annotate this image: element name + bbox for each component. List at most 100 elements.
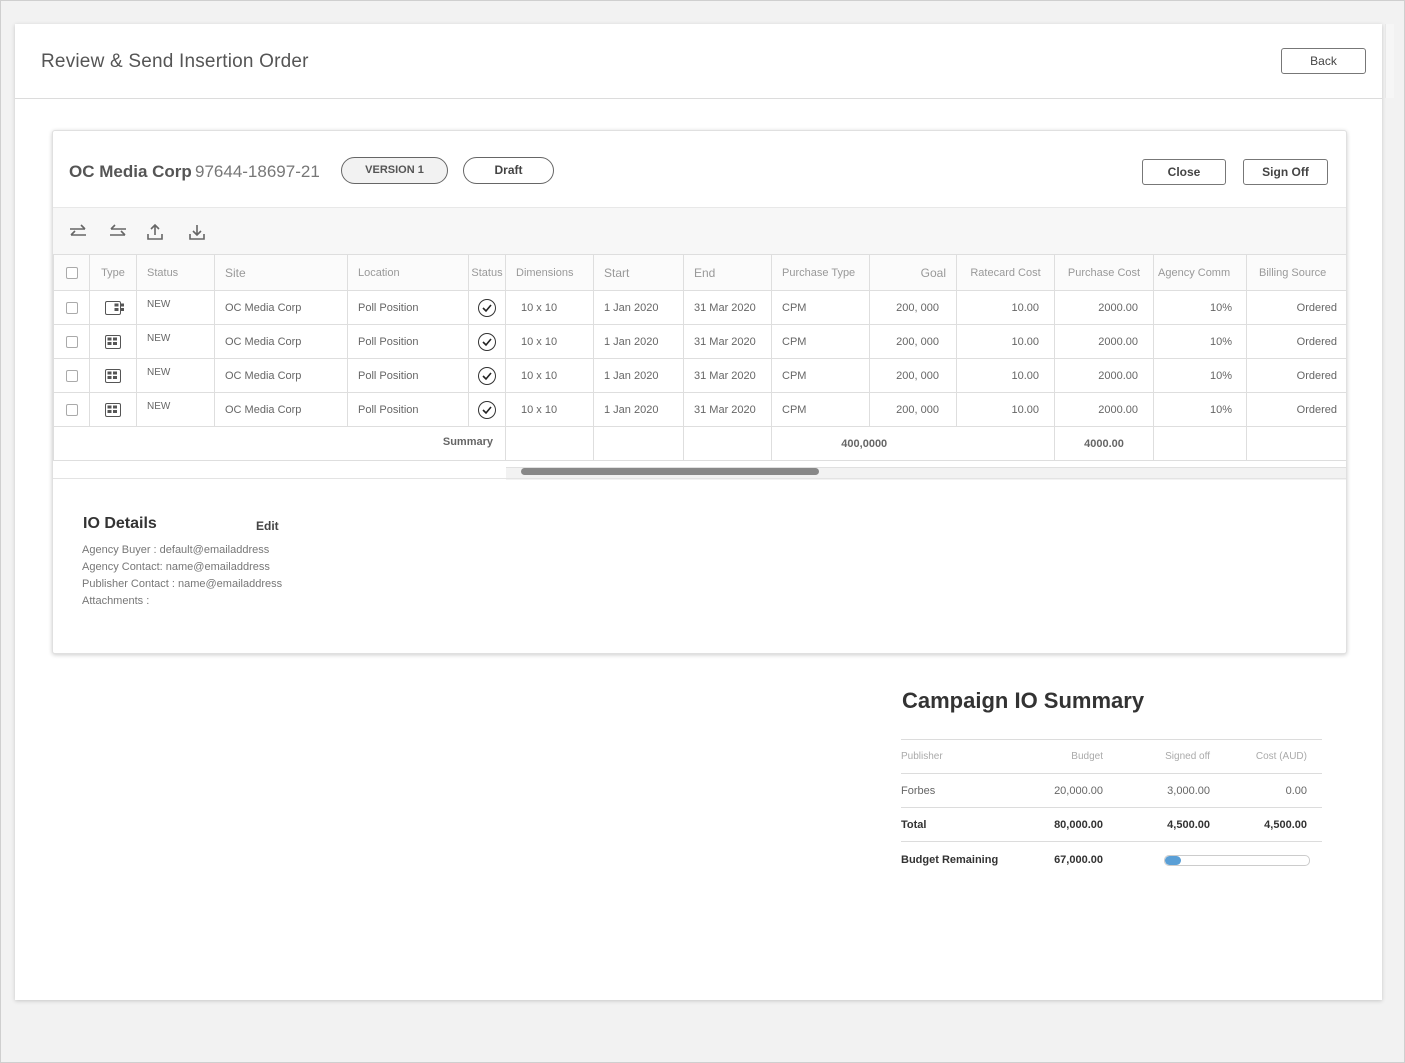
col-header-type[interactable]: Type	[89, 254, 137, 291]
status-badge[interactable]: Draft	[463, 157, 554, 184]
close-button[interactable]: Close	[1142, 159, 1226, 185]
io-details-title: IO Details	[83, 515, 157, 532]
row-billing: Ordered	[1246, 290, 1346, 325]
budget-remaining-label: Budget Remaining	[901, 841, 1021, 878]
row-agency-comm: 10%	[1153, 324, 1247, 359]
summary-row: Summary 400,0000 4000.00	[53, 426, 1346, 461]
summary-empty-cell	[1246, 426, 1346, 461]
row-ratecard: 10.00	[956, 290, 1055, 325]
display-ad-icon	[89, 392, 137, 427]
col-header-site[interactable]: Site	[214, 254, 348, 291]
io-details-edit-link[interactable]: Edit	[256, 519, 279, 533]
row-checkbox[interactable]	[53, 290, 90, 325]
row-checkbox[interactable]	[53, 358, 90, 393]
col-header-agency-comm[interactable]: Agency Comm	[1153, 254, 1247, 291]
summary-total-cost: 4,500.00	[1225, 807, 1322, 842]
col-header-goal[interactable]: Goal	[869, 254, 957, 291]
row-site: OC Media Corp	[214, 324, 348, 359]
row-ratecard: 10.00	[956, 324, 1055, 359]
header-scrollbar[interactable]	[1385, 24, 1394, 98]
horizontal-scroll-thumb[interactable]	[521, 468, 819, 475]
publisher-name: OC Media Corp	[69, 162, 192, 181]
row-checkbox[interactable]	[53, 392, 90, 427]
col-header-purchase-type[interactable]: Purchase Type	[771, 254, 870, 291]
summary-purchase-total: 4000.00	[1054, 426, 1154, 461]
row-dimensions: 10 x 10	[505, 392, 594, 427]
row-end: 31 Mar 2020	[683, 392, 772, 427]
row-end: 31 Mar 2020	[683, 324, 772, 359]
page-title: Review & Send Insertion Order	[41, 51, 309, 72]
version-badge[interactable]: VERSION 1	[341, 157, 448, 184]
row-purchase-cost: 2000.00	[1054, 324, 1154, 359]
sign-off-button[interactable]: Sign Off	[1243, 159, 1328, 185]
swap-left-icon[interactable]	[108, 222, 128, 242]
agency-contact-line: Agency Contact: name@emailaddress	[82, 561, 270, 573]
section-divider	[53, 478, 1346, 479]
table-header-row: Type Status Site Location Status Dimensi…	[53, 254, 1346, 291]
table-row[interactable]: NEW OC Media Corp Poll Position 10 x 10 …	[53, 324, 1346, 359]
summary-publisher-row: Forbes 20,000.00 3,000.00 0.00	[901, 773, 1322, 808]
row-billing: Ordered	[1246, 392, 1346, 427]
col-header-status[interactable]: Status	[136, 254, 215, 291]
summary-publisher-cost: 0.00	[1225, 773, 1322, 808]
col-header-start[interactable]: Start	[593, 254, 684, 291]
row-goal: 200, 000	[869, 358, 957, 393]
row-end: 31 Mar 2020	[683, 358, 772, 393]
row-purchase-cost: 2000.00	[1054, 358, 1154, 393]
col-header-dimensions[interactable]: Dimensions	[505, 254, 594, 291]
row-dimensions: 10 x 10	[505, 358, 594, 393]
back-button[interactable]: Back	[1281, 48, 1366, 74]
download-icon[interactable]	[187, 222, 207, 242]
summary-goal-total: 400,0000	[771, 426, 957, 461]
row-site: OC Media Corp	[214, 290, 348, 325]
row-purchase-type: CPM	[771, 358, 870, 393]
row-site: OC Media Corp	[214, 358, 348, 393]
row-site: OC Media Corp	[214, 392, 348, 427]
line-items-grid: Type Status Site Location Status Dimensi…	[53, 254, 1346, 461]
summary-empty-cell	[1153, 426, 1247, 461]
row-goal: 200, 000	[869, 392, 957, 427]
approved-check-icon	[468, 358, 506, 393]
summary-empty-cell	[593, 426, 684, 461]
campaign-summary-table: Publisher Budget Signed off Cost (AUD) F…	[901, 739, 1322, 878]
table-row[interactable]: NEW OC Media Corp Poll Position 10 x 10 …	[53, 392, 1346, 427]
col-header-location[interactable]: Location	[347, 254, 469, 291]
col-header-ratecard-cost[interactable]: Ratecard Cost	[956, 254, 1055, 291]
table-row[interactable]: NEW OC Media Corp Poll Position 10 x 10 …	[53, 358, 1346, 393]
row-ratecard: 10.00	[956, 392, 1055, 427]
approved-check-icon	[468, 324, 506, 359]
approved-check-icon	[468, 392, 506, 427]
row-checkbox[interactable]	[53, 324, 90, 359]
row-goal: 200, 000	[869, 290, 957, 325]
budget-progress-fill	[1165, 855, 1181, 865]
row-agency-comm: 10%	[1153, 290, 1247, 325]
summary-label: Summary	[53, 426, 506, 461]
col-header-billing-source[interactable]: Billing Source	[1246, 254, 1346, 291]
row-goal: 200, 000	[869, 324, 957, 359]
row-location: Poll Position	[347, 324, 469, 359]
row-start: 1 Jan 2020	[593, 358, 684, 393]
summary-publisher-name: Forbes	[901, 773, 1021, 808]
row-end: 31 Mar 2020	[683, 290, 772, 325]
attachments-line: Attachments :	[82, 595, 150, 607]
col-header-approval-status[interactable]: Status	[468, 254, 506, 291]
row-ratecard: 10.00	[956, 358, 1055, 393]
row-dimensions: 10 x 10	[505, 324, 594, 359]
budget-progress-bar	[1164, 854, 1310, 866]
col-header-end[interactable]: End	[683, 254, 772, 291]
budget-remaining-value: 67,000.00	[1021, 841, 1118, 878]
summary-total-signed-off: 4,500.00	[1118, 807, 1225, 842]
row-agency-comm: 10%	[1153, 358, 1247, 393]
display-ad-icon	[89, 324, 137, 359]
swap-right-icon[interactable]	[68, 222, 88, 242]
table-body: NEW OC Media Corp Poll Position 10 x 10 …	[53, 290, 1346, 461]
upload-icon[interactable]	[145, 222, 165, 242]
select-all-checkbox[interactable]	[53, 254, 90, 291]
col-header-purchase-cost[interactable]: Purchase Cost	[1054, 254, 1154, 291]
row-start: 1 Jan 2020	[593, 290, 684, 325]
row-start: 1 Jan 2020	[593, 324, 684, 359]
summary-total-label: Total	[901, 807, 1021, 842]
table-row[interactable]: NEW OC Media Corp Poll Position 10 x 10 …	[53, 290, 1346, 325]
row-purchase-cost: 2000.00	[1054, 392, 1154, 427]
approved-check-icon	[468, 290, 506, 325]
